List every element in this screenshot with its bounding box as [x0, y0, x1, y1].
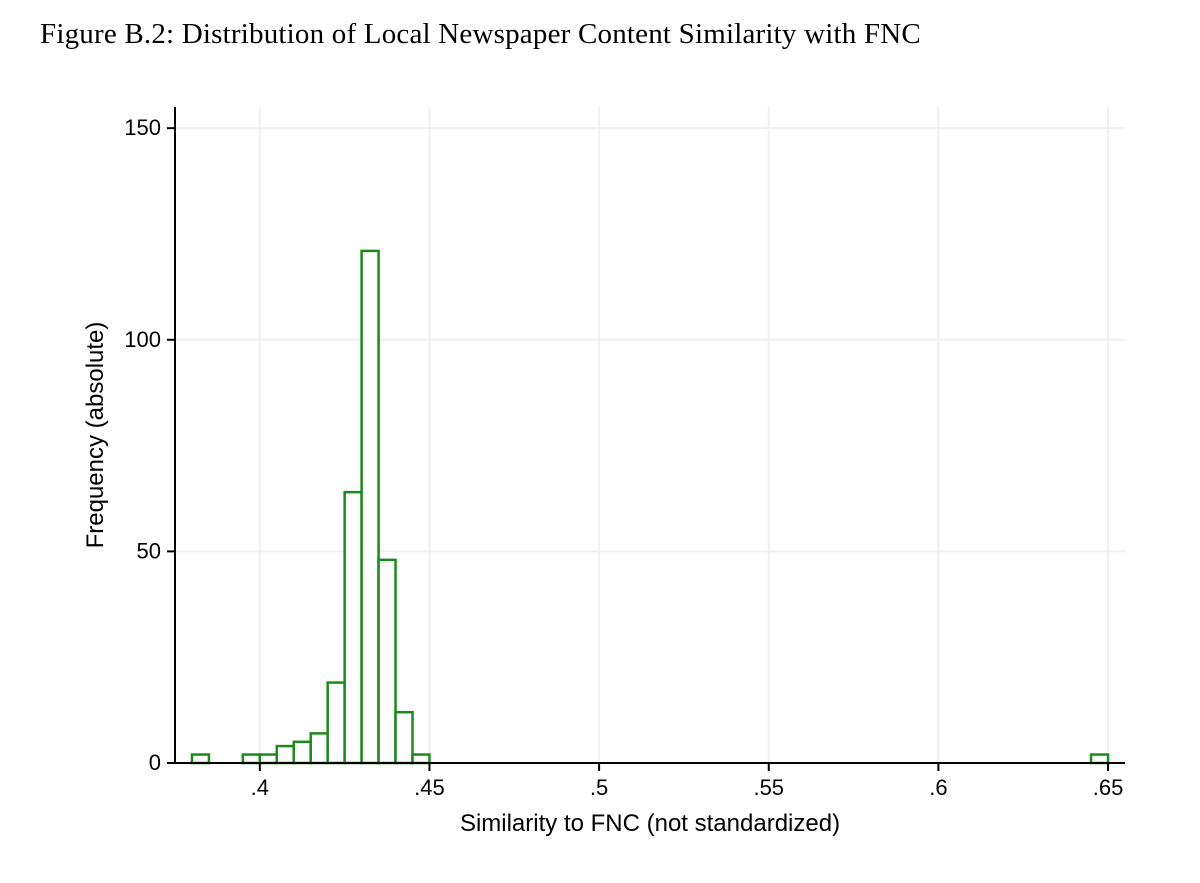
histogram-bar	[277, 746, 294, 763]
x-tick-label: .55	[753, 775, 784, 800]
histogram-bar	[311, 733, 328, 763]
axis-lines	[175, 107, 1125, 763]
histogram-bar	[328, 683, 345, 763]
page: Figure B.2: Distribution of Local Newspa…	[0, 0, 1200, 883]
histogram-bar	[192, 755, 209, 763]
figure-caption: Figure B.2: Distribution of Local Newspa…	[40, 18, 921, 51]
x-tick-label: .6	[929, 775, 947, 800]
y-axis-label: Frequency (absolute)	[82, 322, 109, 549]
y-tick-label: 0	[149, 750, 161, 775]
y-tick-label: 50	[137, 538, 161, 563]
x-axis-label: Similarity to FNC (not standardized)	[460, 810, 840, 837]
x-tick-label: .45	[414, 775, 445, 800]
histogram-bar	[362, 251, 379, 763]
histogram-bar	[260, 755, 277, 763]
x-tick-label: .5	[590, 775, 608, 800]
histogram-bar	[1091, 755, 1108, 763]
y-tick-label: 100	[124, 327, 161, 352]
histogram-bar	[294, 742, 311, 763]
histogram-bar	[396, 712, 413, 763]
chart-container: 0 50 100 150 .4 .45 .5 .55 .6 .65 Similarity to FN…	[70, 95, 1155, 865]
histogram-bar	[243, 755, 260, 763]
histogram-chart: 0 50 100 150 .4 .45 .5 .55 .6 .65 Similarity to FN…	[70, 95, 1155, 865]
y-tick-label: 150	[124, 115, 161, 140]
x-tick-label: .4	[251, 775, 269, 800]
histogram-bar	[413, 755, 430, 763]
histogram-bar	[379, 560, 396, 763]
histogram-bar	[345, 492, 362, 763]
x-tick-label: .65	[1093, 775, 1124, 800]
